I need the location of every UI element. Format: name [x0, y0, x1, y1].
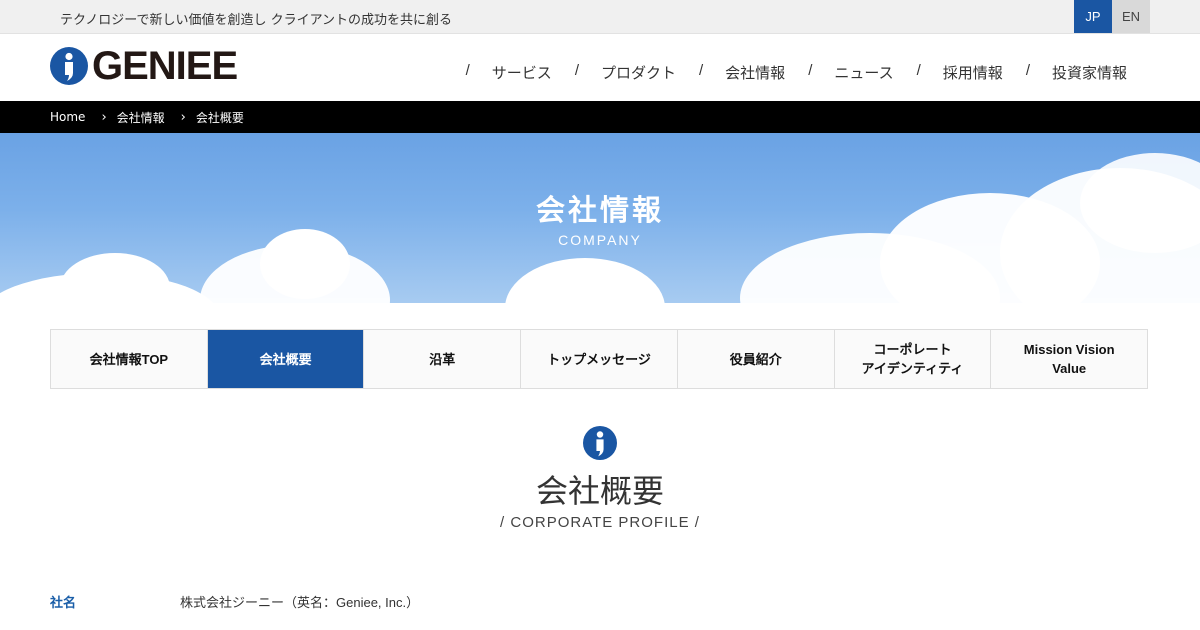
nav-separator: / — [574, 62, 579, 79]
nav-label: サービス — [491, 64, 552, 82]
nav-separator: / — [916, 62, 921, 79]
site-header: GENIEE / サービス / プロダクト / 会社情報 / ニュース / 採用情報 / 投… — [0, 34, 1200, 101]
nav-item-ir[interactable]: / 投資家情報 — [1026, 62, 1127, 83]
breadcrumb-company[interactable]: 会社情報 — [117, 109, 165, 126]
tab-company-top[interactable]: 会社情報TOP — [51, 330, 208, 389]
lang-en-button[interactable]: EN — [1112, 0, 1150, 33]
nav-separator: / — [699, 62, 704, 79]
lang-jp-button[interactable]: JP — [1074, 0, 1112, 33]
nav-separator: / — [1025, 62, 1030, 79]
tab-history[interactable]: 沿革 — [364, 330, 522, 389]
top-bar: テクノロジーで新しい価値を創造し クライアントの成功を共に創る JP EN — [0, 0, 1200, 34]
hero-banner: 会社情報 COMPANY — [0, 133, 1200, 303]
tab-corporate-identity[interactable]: コーポレート アイデンティティ — [834, 330, 992, 389]
logo-text: GENIEE — [92, 44, 238, 88]
nav-label: 採用情報 — [942, 64, 1003, 82]
nav-label: 投資家情報 — [1051, 64, 1127, 82]
nav-separator: / — [808, 62, 813, 79]
geniee-mark-icon — [583, 426, 617, 460]
sub-nav-tabs: 会社情報TOP 会社概要 沿革 トップメッセージ 役員紹介 コーポレート アイデ… — [50, 329, 1149, 389]
breadcrumb: Home › 会社情報 › 会社概要 — [0, 101, 1200, 133]
chevron-right-icon: › — [101, 109, 107, 125]
nav-item-products[interactable]: / プロダクト — [575, 62, 676, 83]
chevron-right-icon: › — [180, 109, 186, 125]
cloud-shape — [60, 253, 170, 303]
cloud-shape — [505, 258, 665, 303]
tagline: テクノロジーで新しい価値を創造し クライアントの成功を共に創る — [60, 13, 453, 28]
tab-top-message[interactable]: トップメッセージ — [521, 330, 678, 389]
hero-title: 会社情報 — [535, 193, 664, 227]
geniee-logo-icon — [50, 47, 88, 85]
nav-label: 会社情報 — [725, 64, 786, 82]
logo[interactable]: GENIEE — [50, 44, 238, 88]
nav-separator: / — [465, 62, 470, 79]
main-nav: / サービス / プロダクト / 会社情報 / ニュース / 採用情報 / 投資家情報 — [443, 62, 1127, 83]
profile-row: 社名 株式会社ジーニー（英名：Geniee, Inc.） — [50, 592, 419, 611]
breadcrumb-current: 会社概要 — [195, 110, 244, 125]
nav-item-company[interactable]: / 会社情報 — [699, 62, 785, 83]
tab-officers[interactable]: 役員紹介 — [677, 330, 835, 389]
breadcrumb-home[interactable]: Home — [50, 110, 85, 124]
profile-label: 社名 — [50, 596, 77, 611]
section-subtitle: / CORPORATE PROFILE / — [500, 514, 700, 531]
nav-label: プロダクト — [600, 64, 676, 82]
profile-value: 株式会社ジーニー（英名：Geniee, Inc.） — [180, 595, 420, 610]
nav-label: ニュース — [834, 64, 894, 82]
tab-mission-vision-value[interactable]: Mission Vision Value — [991, 330, 1149, 389]
language-switcher: JP EN — [1074, 0, 1150, 33]
tab-corporate-profile[interactable]: 会社概要 — [207, 330, 365, 389]
nav-item-services[interactable]: / サービス — [466, 62, 552, 83]
section-title: 会社概要 — [535, 472, 664, 510]
hero-subtitle: COMPANY — [558, 232, 642, 248]
nav-item-news[interactable]: / ニュース — [808, 62, 893, 83]
nav-item-recruit[interactable]: / 採用情報 — [917, 62, 1003, 83]
